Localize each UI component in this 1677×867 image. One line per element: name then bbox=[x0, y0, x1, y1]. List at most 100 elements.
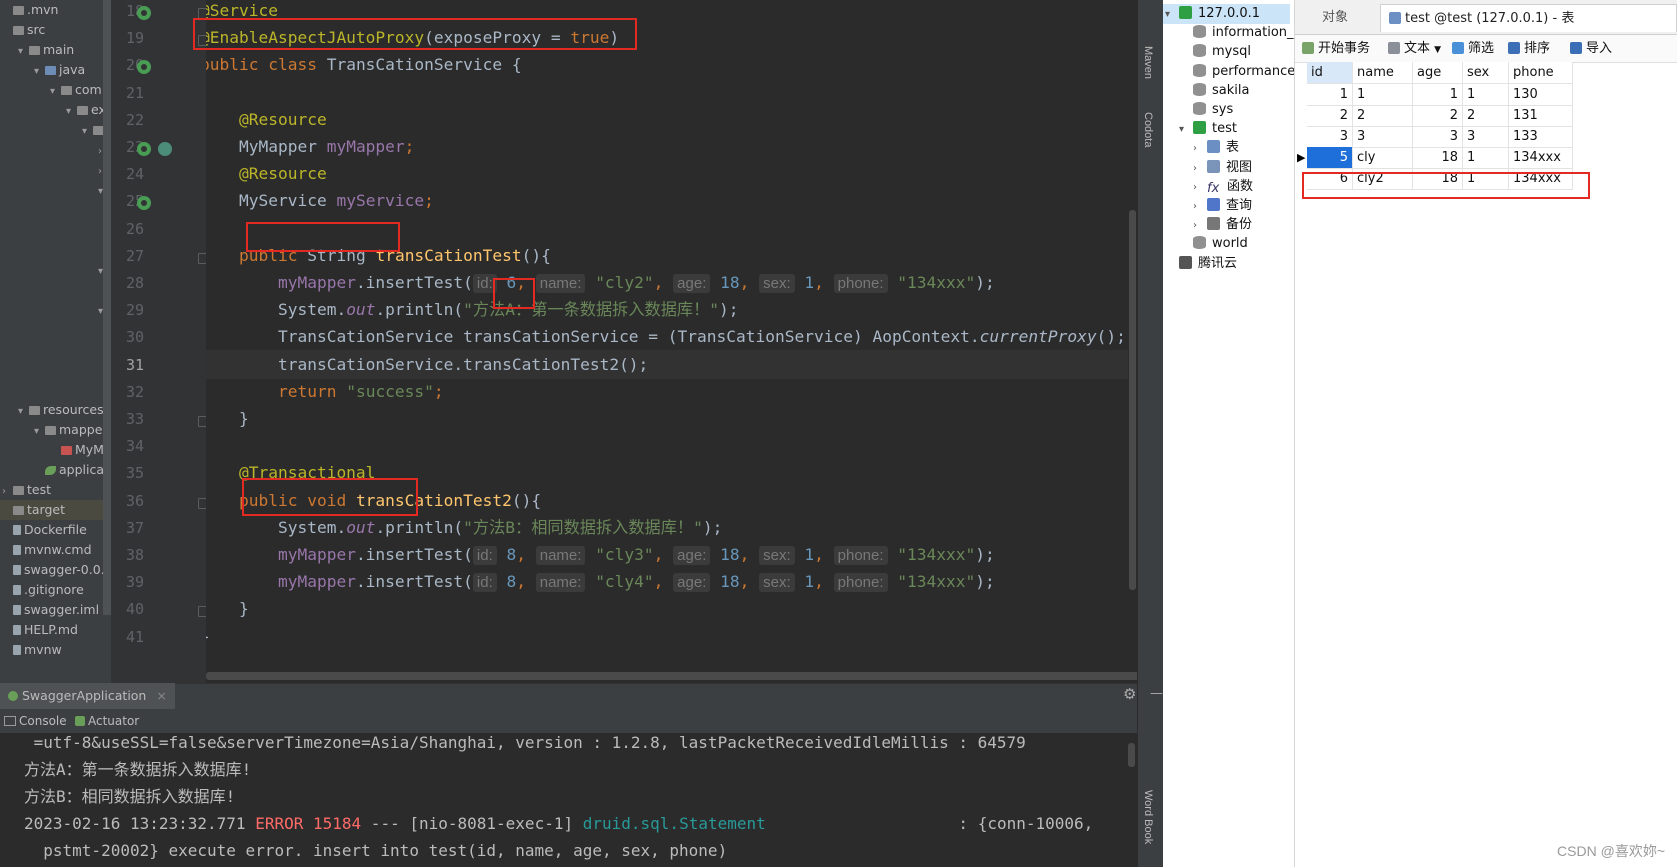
code-line[interactable]: transCationService.transCationTest2(); bbox=[206, 349, 1137, 379]
text-view-button[interactable]: 文本 ▼ bbox=[1388, 38, 1441, 60]
db-tree-item[interactable]: › 视图 bbox=[1163, 158, 1252, 178]
tree-item[interactable] bbox=[0, 320, 111, 340]
code-line[interactable]: myMapper.insertTest(id: 8, name: "cly4",… bbox=[206, 567, 1137, 596]
code-line[interactable]: MyService myService; bbox=[206, 186, 1137, 215]
code-line[interactable]: System.out.println("方法B：相同数据拆入数据库！"); bbox=[206, 513, 1137, 542]
tree-item[interactable] bbox=[0, 220, 111, 240]
tree-item[interactable]: › test bbox=[0, 480, 51, 500]
tree-item[interactable]: MyM bbox=[0, 440, 104, 460]
tree-item[interactable]: mvnw bbox=[0, 640, 62, 660]
tree-item[interactable]: ▾ bbox=[0, 260, 111, 280]
minimize-icon[interactable]: — bbox=[1150, 686, 1163, 701]
tree-item[interactable] bbox=[0, 240, 111, 260]
tree-item[interactable]: ▾exam bbox=[0, 100, 111, 120]
db-tree-item[interactable]: mysql bbox=[1163, 42, 1251, 62]
code-line[interactable]: @Resource bbox=[206, 105, 1137, 134]
chevron-down-icon[interactable]: ▾ bbox=[18, 402, 28, 422]
column-header-name[interactable]: name bbox=[1353, 62, 1413, 84]
code-line[interactable]: } bbox=[206, 594, 1137, 623]
cell-age[interactable]: 3 bbox=[1413, 126, 1463, 148]
tree-item[interactable]: src bbox=[0, 20, 45, 40]
tree-item[interactable]: target bbox=[0, 500, 111, 520]
sort-button[interactable]: 排序 bbox=[1508, 38, 1550, 60]
cell-sex[interactable]: 3 bbox=[1463, 126, 1509, 148]
code-line[interactable]: MyMapper myMapper; bbox=[206, 132, 1137, 161]
tree-item[interactable]: mvnw.cmd bbox=[0, 540, 92, 560]
cell-id[interactable]: 2 bbox=[1307, 105, 1353, 127]
cell-name[interactable]: 1 bbox=[1353, 84, 1413, 106]
cell-name[interactable]: cly bbox=[1353, 147, 1413, 169]
cell-age[interactable]: 2 bbox=[1413, 105, 1463, 127]
console-output[interactable]: =utf-8&useSSL=false&serverTimezone=Asia/… bbox=[0, 733, 1137, 867]
spring-bean-gutter-icon[interactable] bbox=[137, 6, 151, 20]
chevron-down-icon[interactable]: ▾ bbox=[66, 102, 76, 122]
cell-id[interactable]: 3 bbox=[1307, 126, 1353, 148]
code-editor[interactable]: @Service @EnableAspectJAutoProxy(exposePr… bbox=[206, 0, 1137, 683]
db-tree-item[interactable]: ▾ test bbox=[1163, 119, 1237, 139]
tree-item[interactable]: .mvn bbox=[0, 0, 58, 20]
cell-sex[interactable]: 1 bbox=[1463, 84, 1509, 106]
tree-item[interactable]: Dockerfile bbox=[0, 520, 87, 540]
db-tree-item[interactable]: › fx 函数 bbox=[1163, 177, 1253, 197]
tree-item[interactable] bbox=[0, 340, 111, 360]
cell-phone[interactable]: 131 bbox=[1509, 105, 1573, 127]
cell-id[interactable]: 1 bbox=[1307, 84, 1353, 106]
code-line[interactable]: } bbox=[206, 622, 1137, 651]
db-tree-item[interactable]: information_sc bbox=[1163, 23, 1294, 43]
cell-id[interactable]: 5 bbox=[1307, 147, 1353, 169]
chevron-down-icon[interactable]: ▾ bbox=[34, 422, 44, 442]
tree-item[interactable]: ▾ java bbox=[0, 60, 85, 80]
db-tree-item[interactable]: › 表 bbox=[1163, 138, 1239, 158]
codota-tool-tab[interactable]: Codota bbox=[1142, 112, 1154, 147]
db-tree-item[interactable]: sakila bbox=[1163, 81, 1249, 101]
tree-item[interactable]: swagger.iml bbox=[0, 600, 99, 620]
tree-item[interactable]: ▾ bbox=[0, 300, 111, 320]
tree-item[interactable] bbox=[0, 280, 111, 300]
tree-item[interactable]: ▾ com bbox=[0, 80, 102, 100]
db-tree-item[interactable]: sys bbox=[1163, 100, 1233, 120]
tab-console[interactable]: Console bbox=[4, 709, 67, 733]
chevron-down-icon[interactable]: ▾ bbox=[1165, 5, 1179, 25]
cell-name[interactable]: 3 bbox=[1353, 126, 1413, 148]
logger-link[interactable]: druid.sql.Statement bbox=[583, 814, 766, 833]
tree-item[interactable] bbox=[0, 360, 111, 380]
db-tree-item[interactable]: performance_s bbox=[1163, 62, 1294, 82]
tree-item[interactable]: ▾ main bbox=[0, 40, 74, 60]
chevron-down-icon[interactable]: ▾ bbox=[34, 62, 44, 82]
tree-item[interactable]: ▾ bbox=[0, 180, 111, 200]
db-tree-item[interactable]: world bbox=[1163, 234, 1248, 254]
word-book-tool-tab[interactable]: Word Book bbox=[1142, 790, 1154, 844]
code-line[interactable] bbox=[206, 78, 1137, 107]
settings-gear-icon[interactable]: ⚙ bbox=[1123, 685, 1136, 703]
column-header-sex[interactable]: sex bbox=[1463, 62, 1509, 84]
run-tab-swagger-application[interactable]: SwaggerApplication × bbox=[0, 683, 175, 709]
tree-item[interactable]: › bbox=[0, 160, 111, 180]
column-header-age[interactable]: age bbox=[1413, 62, 1463, 84]
tree-item[interactable]: swagger-0.0.1-SN bbox=[0, 560, 111, 580]
tab-actuator[interactable]: Actuator bbox=[75, 709, 139, 733]
cell-phone[interactable]: 134xxx bbox=[1509, 147, 1573, 169]
code-line[interactable]: @Resource bbox=[206, 159, 1137, 188]
column-header-phone[interactable]: phone bbox=[1509, 62, 1573, 84]
import-button[interactable]: 导入 bbox=[1570, 38, 1612, 60]
db-tree-item[interactable]: › 查询 bbox=[1163, 196, 1252, 216]
tree-item[interactable]: .gitignore bbox=[0, 580, 84, 600]
chevron-down-icon[interactable]: ▾ bbox=[82, 122, 92, 142]
chevron-right-icon[interactable]: › bbox=[1193, 159, 1207, 179]
tree-item[interactable] bbox=[0, 200, 111, 220]
db-tree-item[interactable]: 腾讯云 bbox=[1163, 254, 1237, 274]
code-line[interactable]: public class TransCationService { bbox=[206, 50, 1137, 79]
code-line[interactable] bbox=[206, 431, 1137, 460]
code-line[interactable]: myMapper.insertTest(id: 6, name: "cly2",… bbox=[206, 268, 1137, 297]
console-scrollbar[interactable] bbox=[1128, 743, 1135, 767]
cell-age[interactable]: 1 bbox=[1413, 84, 1463, 106]
project-tree-scrollbar[interactable] bbox=[103, 0, 111, 615]
close-icon[interactable]: × bbox=[156, 688, 166, 703]
code-line[interactable]: return "success"; bbox=[206, 377, 1137, 406]
tree-item[interactable]: ▾sw bbox=[0, 120, 111, 140]
column-header-id[interactable]: id bbox=[1307, 62, 1353, 84]
begin-transaction-button[interactable]: 开始事务 bbox=[1302, 38, 1370, 60]
chevron-down-icon[interactable]: ▾ bbox=[1179, 120, 1193, 140]
cell-sex[interactable]: 2 bbox=[1463, 105, 1509, 127]
tree-item[interactable]: HELP.md bbox=[0, 620, 78, 640]
